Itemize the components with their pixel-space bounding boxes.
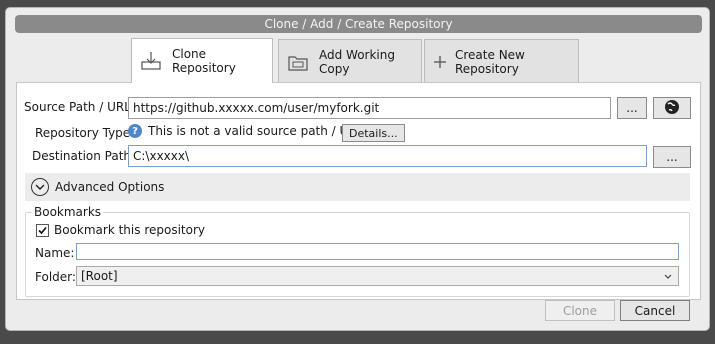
- folder-icon: [287, 51, 309, 73]
- clone-button[interactable]: Clone: [545, 300, 615, 321]
- destination-label: Destination Path:: [32, 149, 136, 163]
- source-url-input[interactable]: https://github.xxxxx.com/user/myfork.git: [128, 97, 611, 119]
- tab-label: Create New Repository: [455, 47, 525, 76]
- source-browse-button[interactable]: ...: [617, 97, 647, 119]
- clone-panel: Source Path / URL: https://github.xxxxx.…: [16, 82, 701, 300]
- bookmark-checkbox-row[interactable]: Bookmark this repository: [36, 223, 205, 237]
- tab-add-working-copy[interactable]: Add Working Copy: [278, 39, 422, 83]
- tab-create-new-repository[interactable]: Create New Repository: [424, 39, 579, 83]
- repo-type-row: ? This is not a valid source path / URL: [128, 124, 363, 138]
- folder-label: Folder:: [35, 270, 76, 284]
- destination-path-input[interactable]: C:\xxxxx\: [128, 145, 647, 167]
- plus-icon: [433, 51, 447, 73]
- repo-type-label: Repository Type:: [35, 126, 135, 140]
- bookmark-checkbox-label: Bookmark this repository: [54, 223, 205, 237]
- details-button[interactable]: Details...: [342, 124, 405, 142]
- destination-browse-button[interactable]: ...: [653, 146, 691, 168]
- folder-select-value: [Root]: [81, 269, 118, 283]
- cancel-button[interactable]: Cancel: [620, 300, 690, 321]
- globe-icon: [664, 99, 680, 118]
- remote-browse-button[interactable]: [653, 97, 691, 119]
- tab-label: Clone Repository: [172, 47, 236, 75]
- help-icon: ?: [128, 124, 142, 138]
- tab-label: Add Working Copy: [319, 47, 395, 76]
- name-label: Name:: [35, 246, 75, 260]
- repo-type-message: This is not a valid source path / URL: [148, 124, 364, 138]
- bookmark-checkbox[interactable]: [36, 223, 49, 237]
- source-label: Source Path / URL:: [24, 100, 135, 114]
- clone-download-icon: [140, 50, 162, 72]
- dialog-title: Clone / Add / Create Repository: [15, 15, 702, 33]
- bookmarks-title: Bookmarks: [32, 205, 104, 219]
- tab-clone-repository[interactable]: Clone Repository: [131, 38, 273, 83]
- advanced-options-label: Advanced Options: [55, 180, 165, 194]
- chevron-down-icon: [31, 178, 49, 196]
- bookmark-name-input[interactable]: [76, 243, 679, 260]
- chevron-down-icon: [664, 267, 672, 290]
- advanced-options-toggle[interactable]: Advanced Options: [25, 173, 690, 201]
- folder-select[interactable]: [Root]: [76, 266, 679, 286]
- bookmarks-group: Bookmarks Bookmark this repository Name:…: [25, 205, 690, 297]
- clone-dialog: Clone / Add / Create Repository Clone Re…: [5, 7, 710, 331]
